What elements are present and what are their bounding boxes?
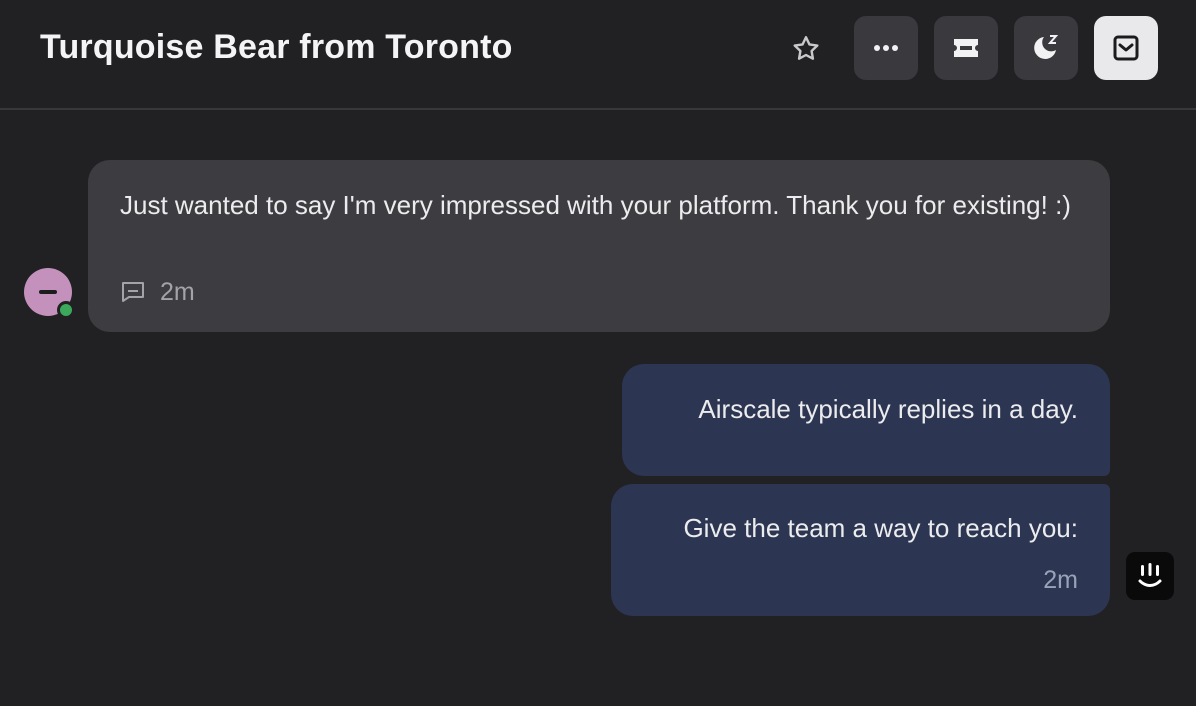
snooze-icon (1034, 35, 1059, 59)
close-conversation-button[interactable] (1094, 16, 1158, 80)
bot-message-time: 2m (1043, 566, 1078, 594)
inbox-close-icon (1113, 35, 1139, 61)
bot-logo-icon (1138, 563, 1162, 587)
online-indicator (57, 301, 75, 319)
bot-message: Give the team a way to reach you: 2m (611, 484, 1110, 616)
snooze-button[interactable] (1014, 16, 1078, 80)
user-message-text: Just wanted to say I'm very impressed wi… (120, 190, 1071, 220)
ticket-button[interactable] (934, 16, 998, 80)
conversation-header: Turquoise Bear from Toronto (0, 0, 1196, 110)
bot-message-text: Give the team a way to reach you: (683, 513, 1078, 543)
more-button[interactable] (854, 16, 918, 80)
user-message-meta: 2m (120, 277, 195, 307)
star-icon (793, 36, 819, 60)
page-title: Turquoise Bear from Toronto (40, 28, 513, 66)
ticket-icon (954, 39, 978, 57)
bot-message-text: Airscale typically replies in a day. (698, 394, 1078, 424)
bot-message: Airscale typically replies in a day. (622, 364, 1110, 476)
user-message-time: 2m (160, 278, 195, 306)
star-button[interactable] (786, 29, 826, 69)
bot-avatar (1126, 552, 1174, 600)
more-icon (874, 45, 898, 51)
conversation-icon (120, 279, 146, 305)
user-message: Just wanted to say I'm very impressed wi… (88, 160, 1110, 332)
avatar-mouth (39, 290, 57, 294)
